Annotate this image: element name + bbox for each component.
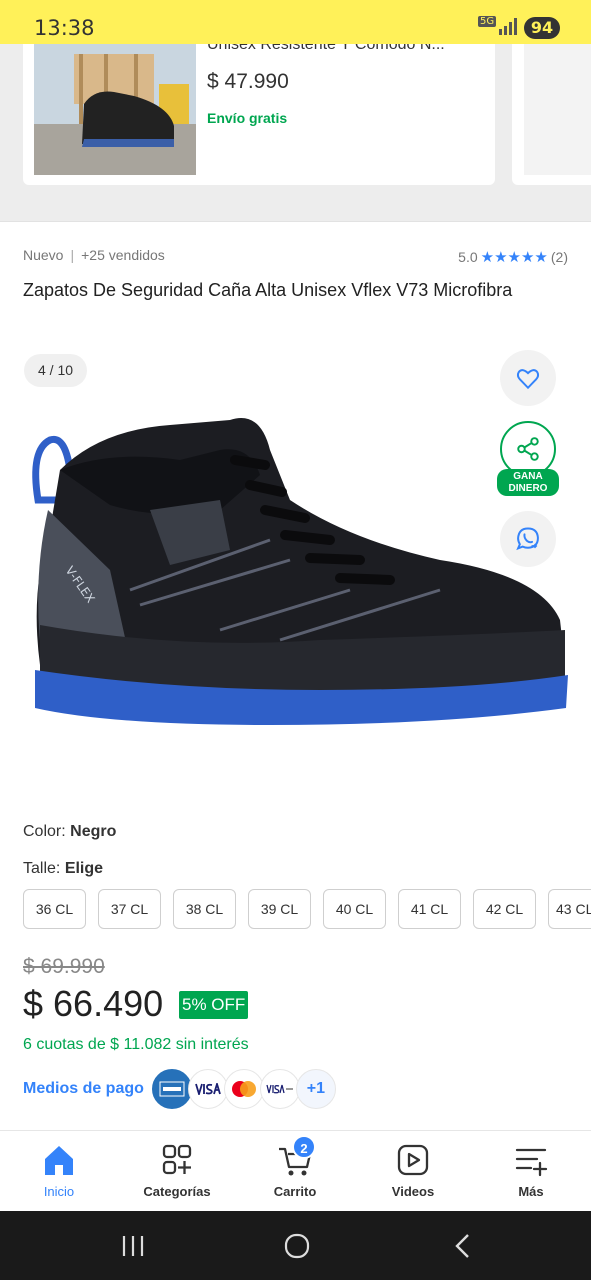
product-title: Zapatos De Seguridad Caña Alta Unisex Vf… <box>23 280 513 300</box>
recommended-price: $ 47.990 <box>207 70 289 93</box>
earn-money-line1: GANA <box>513 471 543 482</box>
nav-label: Más <box>518 1184 544 1199</box>
size-option[interactable]: 41 CL <box>398 889 461 929</box>
bottom-navigation: Inicio Categorías Carrito 2 Videos Más <box>0 1130 591 1211</box>
original-price: $ 69.990 <box>23 955 105 978</box>
size-options: 36 CL 37 CL 38 CL 39 CL 40 CL 41 CL 42 C… <box>23 889 591 929</box>
whatsapp-share-button[interactable] <box>500 511 556 567</box>
earn-money-line2: DINERO <box>508 483 548 494</box>
image-counter: 4 / 10 <box>24 354 88 387</box>
nav-label: Videos <box>391 1184 435 1199</box>
home-button-icon[interactable] <box>282 1231 312 1261</box>
nav-label: Inicio <box>43 1184 75 1199</box>
product-thumbnail <box>34 44 196 175</box>
size-option[interactable]: 43 CL <box>548 889 591 929</box>
visa-icon <box>187 1069 228 1109</box>
visa-debit-icon <box>259 1069 300 1109</box>
size-selector: Talle: Elige <box>23 860 103 878</box>
more-icon <box>515 1148 548 1177</box>
more-payment-methods-button[interactable]: +1 <box>295 1069 336 1109</box>
product-meta: Nuevo | +25 vendidos <box>23 247 165 263</box>
recommended-card[interactable]: Unisex Resistente Y Cómodo N... $ 47.990… <box>23 44 495 185</box>
nav-label: Categorías <box>143 1184 211 1199</box>
nav-item-categorias[interactable]: Categorías <box>118 1131 236 1212</box>
size-option[interactable]: 37 CL <box>98 889 161 929</box>
size-option[interactable]: 42 CL <box>473 889 536 929</box>
nav-label: Carrito <box>273 1184 317 1199</box>
favorite-button[interactable] <box>500 350 556 406</box>
image-gallery[interactable]: 4 / 10 V-FLEX GANA DINERO <box>0 330 591 800</box>
color-selector: Color: Negro <box>23 823 116 841</box>
heart-icon <box>516 369 540 390</box>
size-option[interactable]: 39 CL <box>248 889 311 929</box>
rating-value: 5.0 <box>458 249 478 265</box>
condition-label: Nuevo <box>23 247 64 263</box>
discount-badge: 5% OFF <box>179 991 249 1019</box>
payment-methods[interactable]: Medios de pago +1 <box>23 1069 336 1109</box>
status-time: 13:38 <box>34 16 95 40</box>
share-icon <box>517 437 539 461</box>
size-option[interactable]: 40 CL <box>323 889 386 929</box>
cart-count-badge: 2 <box>292 1135 316 1159</box>
size-option[interactable]: 38 CL <box>173 889 236 929</box>
back-icon[interactable] <box>448 1231 478 1261</box>
size-option[interactable]: 36 CL <box>23 889 86 929</box>
app-root: 13:38 5G 94 Unisex Resistente Y Cómodo N… <box>0 0 591 1280</box>
mastercard-icon <box>223 1069 264 1109</box>
recommended-card-next[interactable] <box>512 44 591 185</box>
status-bar: 13:38 5G 94 <box>0 0 591 44</box>
amex-icon <box>151 1069 192 1109</box>
rating[interactable]: 5.0 ★★★★★ (2) <box>458 248 568 266</box>
network-indicator: 5G <box>478 16 497 27</box>
star-rating-icon: ★★★★★ <box>480 249 548 266</box>
sold-count: +25 vendidos <box>81 247 165 263</box>
video-icon <box>397 1144 429 1176</box>
product-image[interactable]: V-FLEX <box>20 390 575 730</box>
nav-item-mas[interactable]: Más <box>472 1131 590 1212</box>
color-label: Color: <box>23 823 66 840</box>
recommended-strip: Unisex Resistente Y Cómodo N... $ 47.990… <box>0 44 591 222</box>
system-navigation-bar <box>0 1211 591 1280</box>
color-value: Negro <box>70 823 117 840</box>
nav-item-videos[interactable]: Videos <box>354 1131 472 1212</box>
home-icon <box>45 1146 73 1175</box>
recent-apps-icon[interactable] <box>118 1231 148 1261</box>
free-shipping-label: Envío gratis <box>207 110 288 126</box>
signal-icon <box>499 18 517 35</box>
payment-methods-label[interactable]: Medios de pago <box>23 1080 144 1098</box>
installments-text[interactable]: 6 cuotas de $ 11.082 sin interés <box>23 1036 249 1054</box>
review-count: (2) <box>550 249 568 265</box>
battery-indicator: 94 <box>524 17 560 39</box>
current-price: $ 66.490 <box>23 983 164 1024</box>
size-label: Talle: <box>23 860 61 877</box>
recommended-title: Unisex Resistente Y Cómodo N... <box>207 44 445 53</box>
earn-money-badge[interactable]: GANA DINERO <box>497 469 559 496</box>
size-value: Elige <box>64 860 104 877</box>
categories-icon <box>162 1144 192 1175</box>
whatsapp-icon <box>516 527 539 551</box>
nav-item-inicio[interactable]: Inicio <box>0 1131 118 1212</box>
